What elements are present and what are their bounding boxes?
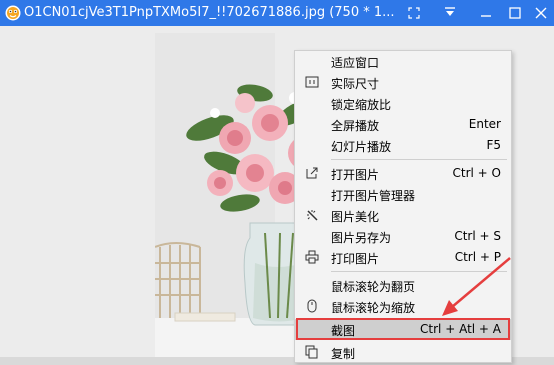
menu-item-shortcut: F5 bbox=[486, 138, 501, 152]
mouse-icon bbox=[307, 299, 317, 313]
menu-item-fit-window[interactable]: 适应窗口 bbox=[295, 51, 511, 72]
menu-item-label: 全屏播放 bbox=[331, 119, 380, 133]
open-image-icon bbox=[306, 167, 318, 179]
menu-item-screenshot[interactable]: 截图 Ctrl + Atl + A bbox=[295, 319, 511, 340]
menu-item-label: 图片美化 bbox=[331, 210, 380, 224]
pin-button[interactable] bbox=[436, 0, 464, 26]
menu-item-image-manager[interactable]: 打开图片管理器 bbox=[295, 184, 511, 205]
menu-item-label: 适应窗口 bbox=[331, 56, 380, 70]
menu-item-label: 锁定缩放比 bbox=[331, 98, 392, 112]
pin-icon bbox=[445, 7, 455, 16]
menu-separator bbox=[331, 271, 507, 272]
menu-item-wheel-zoom[interactable]: 鼠标滚轮为缩放 bbox=[295, 296, 511, 317]
menu-item-shortcut: Ctrl + P bbox=[454, 250, 501, 264]
menu-item-label: 图片另存为 bbox=[331, 231, 392, 245]
menu-item-beautify[interactable]: 图片美化 bbox=[295, 205, 511, 226]
close-button[interactable] bbox=[527, 0, 554, 26]
fullscreen-button[interactable] bbox=[400, 0, 428, 26]
copy-icon bbox=[305, 345, 318, 359]
menu-item-copy[interactable]: 复制 bbox=[295, 342, 511, 363]
menu-item-print[interactable]: 打印图片 Ctrl + P bbox=[295, 247, 511, 268]
menu-item-label: 鼠标滚轮为翻页 bbox=[331, 280, 416, 294]
fullscreen-icon bbox=[408, 7, 420, 19]
menu-item-shortcut: Ctrl + Atl + A bbox=[420, 322, 501, 336]
menu-item-label: 打开图片管理器 bbox=[331, 189, 416, 203]
title-bar: O1CN01cjVe3T1PnpTXMo5I7_!!702671886.jpg … bbox=[0, 0, 554, 26]
menu-item-label: 打印图片 bbox=[331, 252, 380, 266]
menu-item-fullscreen[interactable]: 全屏播放 Enter bbox=[295, 114, 511, 135]
minimize-button[interactable] bbox=[472, 0, 500, 26]
menu-item-actual-size[interactable]: 实际尺寸 bbox=[295, 72, 511, 93]
context-menu: 适应窗口 实际尺寸 锁定缩放比 全屏播放 Enter 幻灯片播放 F5 打开图片… bbox=[294, 50, 512, 363]
magic-wand-icon bbox=[307, 210, 318, 221]
menu-item-label: 截图 bbox=[331, 324, 356, 338]
menu-item-open-image[interactable]: 打开图片 Ctrl + O bbox=[295, 163, 511, 184]
menu-item-slideshow[interactable]: 幻灯片播放 F5 bbox=[295, 135, 511, 156]
menu-item-shortcut: Ctrl + O bbox=[452, 166, 501, 180]
menu-item-lock-zoom[interactable]: 锁定缩放比 bbox=[295, 93, 511, 114]
menu-item-wheel-page[interactable]: 鼠标滚轮为翻页 bbox=[295, 275, 511, 296]
maximize-icon bbox=[509, 7, 521, 19]
menu-separator bbox=[331, 159, 507, 160]
app-icon bbox=[5, 5, 21, 21]
menu-item-shortcut: Enter bbox=[468, 117, 501, 131]
printer-icon bbox=[305, 250, 319, 264]
menu-item-label: 鼠标滚轮为缩放 bbox=[331, 301, 416, 315]
maximize-button[interactable] bbox=[501, 0, 529, 26]
menu-item-label: 打开图片 bbox=[331, 168, 380, 182]
menu-item-shortcut: Ctrl + S bbox=[454, 229, 501, 243]
window-title: O1CN01cjVe3T1PnpTXMo5I7_!!702671886.jpg … bbox=[24, 5, 395, 20]
minimize-icon bbox=[481, 15, 491, 17]
actual-size-icon bbox=[305, 76, 319, 88]
menu-item-label: 实际尺寸 bbox=[331, 77, 380, 91]
menu-item-label: 复制 bbox=[331, 347, 356, 361]
menu-item-save-as[interactable]: 图片另存为 Ctrl + S bbox=[295, 226, 511, 247]
close-icon bbox=[535, 7, 547, 19]
menu-item-label: 幻灯片播放 bbox=[331, 140, 392, 154]
